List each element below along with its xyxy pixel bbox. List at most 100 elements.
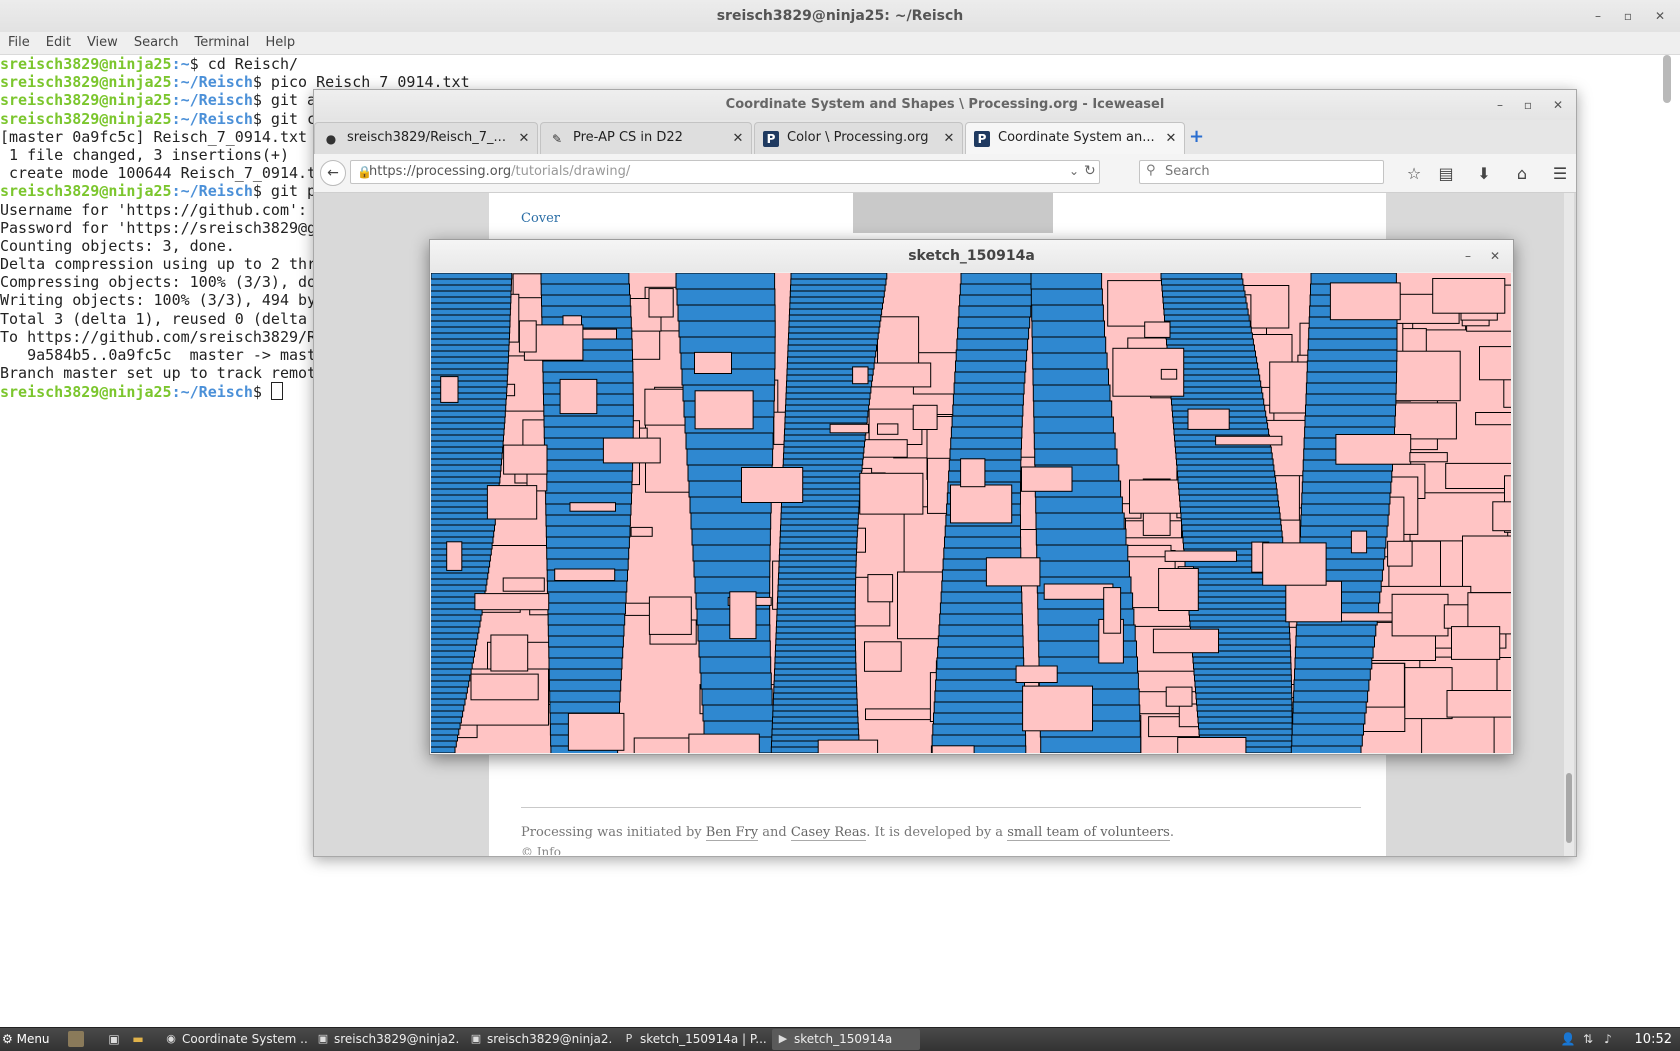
sketch-rect bbox=[780, 524, 859, 532]
menu-search[interactable]: Search bbox=[126, 32, 187, 54]
browser-titlebar[interactable]: Coordinate System and Shapes \ Processin… bbox=[314, 90, 1576, 120]
sketch-rect bbox=[1176, 464, 1275, 472]
home-icon[interactable]: ⌂ bbox=[1512, 164, 1532, 184]
sketch-rect bbox=[543, 415, 634, 428]
sketch-rect bbox=[1181, 524, 1282, 532]
menu-help[interactable]: Help bbox=[257, 32, 303, 54]
page-scrollbar-thumb[interactable] bbox=[1566, 773, 1572, 843]
sketch-rect bbox=[1301, 481, 1392, 494]
search-placeholder: Search bbox=[1165, 164, 1210, 179]
reading-list-icon[interactable]: ▤ bbox=[1436, 164, 1456, 184]
sketch-rect bbox=[1291, 734, 1363, 747]
maximize-icon[interactable]: ▫ bbox=[1620, 8, 1636, 24]
sketch-rect bbox=[431, 362, 509, 370]
casey-reas-link[interactable]: Casey Reas bbox=[790, 825, 867, 841]
tab-3[interactable]: P Color \ Processing.org ✕ bbox=[754, 122, 963, 154]
close-tab-icon[interactable]: ✕ bbox=[517, 123, 531, 155]
sketch-rect bbox=[1043, 583, 1114, 600]
sketch-rect bbox=[431, 572, 489, 580]
sketch-rect bbox=[542, 360, 634, 373]
sketch-rect bbox=[431, 638, 478, 646]
sketch-rect bbox=[1182, 530, 1283, 538]
sketch-rect bbox=[960, 458, 986, 488]
sketch-rect bbox=[1401, 667, 1453, 720]
page-scrollbar[interactable] bbox=[1564, 193, 1574, 856]
sketch-rect bbox=[1163, 308, 1249, 316]
file-manager-launcher-icon[interactable] bbox=[68, 1031, 84, 1047]
sketch-rect bbox=[1192, 656, 1292, 664]
close-tab-icon[interactable]: ✕ bbox=[731, 123, 745, 155]
ben-fry-link[interactable]: Ben Fry bbox=[705, 825, 759, 841]
sketch-canvas[interactable] bbox=[431, 273, 1511, 753]
output-text: Counting objects: 3, done. bbox=[0, 236, 235, 255]
volume-icon[interactable]: ♪ bbox=[1600, 1031, 1616, 1047]
sketch-rect bbox=[1462, 535, 1511, 594]
sketch-rect bbox=[1391, 593, 1449, 637]
sketch-rect bbox=[777, 590, 856, 598]
reload-icon[interactable]: ↻ bbox=[1084, 163, 1096, 179]
sketch-rect bbox=[1193, 662, 1292, 670]
tab-1[interactable]: ● sreisch3829/Reisch_7_... ✕ bbox=[314, 122, 538, 154]
sketch-rect bbox=[952, 404, 1024, 417]
close-icon[interactable]: ✕ bbox=[1487, 248, 1503, 264]
sketch-rect bbox=[702, 704, 774, 722]
sketch-rect bbox=[676, 288, 776, 306]
taskbar-window-button[interactable]: Psketch_150914a | P... bbox=[618, 1029, 768, 1050]
sketch-rect bbox=[1030, 288, 1103, 306]
minimize-icon[interactable]: – bbox=[1590, 8, 1606, 24]
sketch-rect bbox=[1180, 506, 1280, 514]
minimize-icon[interactable]: – bbox=[1460, 248, 1476, 264]
new-tab-icon[interactable]: + bbox=[1189, 126, 1204, 147]
menu-file[interactable]: File bbox=[0, 32, 38, 54]
terminal-launcher-icon[interactable]: ▣ bbox=[106, 1031, 122, 1047]
sketch-rect bbox=[431, 674, 471, 682]
sketch-rect bbox=[431, 728, 460, 736]
start-menu-button[interactable]: ⚙ Menu bbox=[2, 1029, 50, 1050]
close-tab-icon[interactable]: ✕ bbox=[1164, 123, 1178, 155]
tab-2[interactable]: ✎ Pre-AP CS in D22 ✕ bbox=[540, 122, 752, 154]
url-bar[interactable]: 🔒 https://processing.org/tutorials/drawi… bbox=[350, 160, 1100, 184]
sketch-rect bbox=[778, 560, 857, 568]
github-icon: ● bbox=[325, 132, 337, 146]
sketch-rect bbox=[959, 294, 1033, 307]
volunteers-link[interactable]: small team of volunteers bbox=[1007, 825, 1170, 841]
chevron-down-icon[interactable]: ⌄ bbox=[1069, 164, 1079, 178]
sketch-titlebar[interactable]: sketch_150914a – ✕ bbox=[430, 240, 1513, 272]
terminal-icon: ▣ bbox=[317, 1032, 329, 1045]
close-tab-icon[interactable]: ✕ bbox=[942, 123, 956, 155]
network-icon[interactable]: ⇅ bbox=[1580, 1031, 1596, 1047]
sketch-rect bbox=[790, 284, 886, 292]
back-arrow-icon[interactable]: ← bbox=[320, 160, 346, 186]
cover-link[interactable]: Cover bbox=[521, 211, 560, 226]
hamburger-menu-icon[interactable]: ☰ bbox=[1550, 164, 1570, 184]
terminal-scrollbar[interactable] bbox=[1663, 55, 1671, 103]
sketch-rect bbox=[1291, 723, 1365, 736]
close-icon[interactable]: ✕ bbox=[1652, 8, 1668, 24]
taskbar-window-button[interactable]: ▣ sreisch3829@ninja2... bbox=[465, 1029, 613, 1050]
sketch-rect bbox=[541, 305, 632, 318]
user-icon[interactable]: 👤 bbox=[1560, 1031, 1576, 1047]
taskbar-window-button[interactable]: ▣ sreisch3829@ninja2... bbox=[312, 1029, 460, 1050]
folder-launcher-icon[interactable]: ▬ bbox=[130, 1031, 146, 1047]
clock[interactable]: 10:52 bbox=[1635, 1028, 1672, 1051]
tab-4[interactable]: P Coordinate System an... ✕ bbox=[965, 122, 1185, 154]
close-icon[interactable]: ✕ bbox=[1550, 97, 1566, 113]
terminal-titlebar[interactable]: sreisch3829@ninja25: ~/Reisch – ▫ ✕ bbox=[0, 0, 1680, 33]
prompt-path: :~/Reisch bbox=[171, 91, 253, 110]
menu-terminal[interactable]: Terminal bbox=[186, 32, 257, 54]
menu-gear-icon: ⚙ bbox=[2, 1032, 13, 1046]
minimize-icon[interactable]: – bbox=[1492, 97, 1508, 113]
bookmark-star-icon[interactable]: ☆ bbox=[1404, 164, 1424, 184]
sketch-rect bbox=[950, 426, 1023, 439]
sketch-rect bbox=[783, 452, 864, 460]
download-icon[interactable]: ⬇ bbox=[1474, 164, 1494, 184]
search-input[interactable]: ⚲ Search bbox=[1139, 160, 1384, 184]
sketch-rect bbox=[780, 512, 859, 520]
taskbar-window-button[interactable]: ◉ Coordinate System ... bbox=[160, 1029, 308, 1050]
prompt-user: sreisch3829@ninja25 bbox=[0, 182, 172, 201]
menu-view[interactable]: View bbox=[79, 32, 126, 54]
menu-edit[interactable]: Edit bbox=[38, 32, 79, 54]
sketch-rect bbox=[784, 410, 869, 418]
maximize-icon[interactable]: ▫ bbox=[1520, 97, 1536, 113]
taskbar-window-button[interactable]: ▶ sketch_150914a bbox=[772, 1029, 920, 1050]
